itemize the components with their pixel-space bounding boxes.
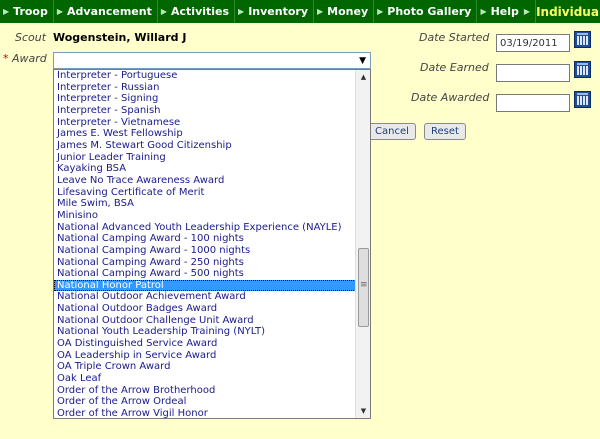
award-option[interactable]: James E. West Fellowship bbox=[54, 128, 356, 140]
nav-item-inventory[interactable]: ▶ Inventory bbox=[235, 0, 314, 23]
nav-arrow-icon: ▶ bbox=[480, 7, 487, 16]
award-option[interactable]: Minisino bbox=[54, 210, 356, 222]
award-option[interactable]: OA Leadership in Service Award bbox=[54, 350, 356, 362]
scrollbar-thumb[interactable] bbox=[358, 248, 369, 327]
award-option[interactable]: Order of the Arrow Brotherhood bbox=[54, 385, 356, 397]
nav-arrow-icon: ▶ bbox=[56, 7, 64, 16]
award-option[interactable]: Junior Leader Training bbox=[54, 152, 356, 164]
award-option[interactable]: OA Triple Crown Award bbox=[54, 361, 356, 373]
date-earned-label: Date Earned bbox=[420, 61, 489, 74]
nav-item-label: Inventory bbox=[248, 5, 308, 18]
top-nav: ▶ Troop ▶ Advancement ▶ Activities ▶ Invento… bbox=[0, 0, 600, 23]
date-awarded-input[interactable] bbox=[496, 94, 570, 112]
nav-item-troop[interactable]: ▶ Troop bbox=[0, 0, 54, 23]
nav-item-label: Troop bbox=[13, 5, 48, 18]
award-list-scrollbar[interactable]: ▲ ▼ bbox=[355, 70, 370, 418]
award-option[interactable]: Interpreter - Signing bbox=[54, 93, 356, 105]
nav-item-label: Photo Gallery bbox=[387, 5, 472, 18]
nav-arrow-icon: ▶ bbox=[3, 7, 10, 16]
award-option[interactable]: Mile Swim, BSA bbox=[54, 198, 356, 210]
award-option[interactable]: Interpreter - Portuguese bbox=[54, 70, 356, 82]
scout-label: Scout bbox=[15, 31, 47, 44]
award-option[interactable]: National Honor Patrol bbox=[54, 279, 356, 292]
page-title: Individua bbox=[536, 4, 599, 19]
nav-arrow-icon: ▶ bbox=[317, 7, 324, 16]
award-option[interactable]: OA Distinguished Service Award bbox=[54, 338, 356, 350]
nav-item-money[interactable]: ▶ Money bbox=[314, 0, 375, 23]
chevron-down-icon[interactable]: ▼ bbox=[359, 56, 366, 66]
nav-arrow-icon: ▶ bbox=[238, 7, 245, 16]
award-option[interactable]: National Camping Award - 500 nights bbox=[54, 268, 356, 280]
award-option[interactable]: National Camping Award - 100 nights bbox=[54, 233, 356, 245]
nav-arrow-icon: ▶ bbox=[377, 7, 384, 16]
date-started-label: Date Started bbox=[419, 31, 490, 44]
award-option[interactable]: Kayaking BSA bbox=[54, 163, 356, 175]
award-options: Interpreter - Portuguese Interpreter - Ru… bbox=[54, 70, 356, 418]
award-option[interactable]: Lifesaving Certificate of Merit bbox=[54, 187, 356, 199]
nav-item-label: Activities bbox=[171, 5, 230, 18]
award-option[interactable]: National Camping Award - 1000 nights bbox=[54, 245, 356, 257]
nav-item-activities[interactable]: ▶ Activities bbox=[158, 0, 236, 23]
award-option[interactable]: Interpreter - Vietnamese bbox=[54, 117, 356, 129]
required-mark: * bbox=[3, 52, 9, 65]
award-option[interactable]: James M. Stewart Good Citizenship bbox=[54, 140, 356, 152]
nav-arrow-icon: ▶ bbox=[523, 7, 531, 16]
date-awarded-label: Date Awarded bbox=[411, 91, 490, 104]
date-awarded-calendar-icon[interactable] bbox=[574, 91, 591, 108]
nav-arrow-icon: ▶ bbox=[160, 7, 167, 16]
award-label: * Award bbox=[3, 52, 47, 65]
award-option[interactable]: Order of the Arrow Ordeal bbox=[54, 396, 356, 408]
award-option[interactable]: Order of the Arrow Vigil Honor bbox=[54, 408, 356, 418]
award-option[interactable]: National Camping Award - 250 nights bbox=[54, 257, 356, 269]
date-earned-calendar-icon[interactable] bbox=[574, 61, 591, 78]
date-started-input[interactable] bbox=[496, 34, 570, 52]
award-label-text: Award bbox=[12, 52, 47, 65]
award-option[interactable]: Interpreter - Russian bbox=[54, 82, 356, 94]
award-option[interactable]: National Outdoor Challenge Unit Award bbox=[54, 315, 356, 327]
scroll-down-arrow-icon[interactable]: ▼ bbox=[356, 404, 370, 418]
award-option[interactable]: National Advanced Youth Leadership Exper… bbox=[54, 222, 356, 234]
date-started-calendar-icon[interactable] bbox=[574, 31, 591, 48]
award-select[interactable]: ▼ bbox=[53, 52, 371, 69]
nav-item-advancement[interactable]: ▶ Advancement bbox=[54, 0, 158, 23]
award-option[interactable]: National Outdoor Achievement Award bbox=[54, 291, 356, 303]
date-earned-input[interactable] bbox=[496, 64, 570, 82]
award-option[interactable]: National Outdoor Badges Award bbox=[54, 303, 356, 315]
award-option[interactable]: Leave No Trace Awareness Award bbox=[54, 175, 356, 187]
scroll-up-arrow-icon[interactable]: ▲ bbox=[356, 70, 370, 84]
nav-item-help[interactable]: ▶ Help ▶ bbox=[477, 0, 537, 23]
reset-button[interactable]: Reset bbox=[424, 123, 466, 140]
scout-name: Wogenstein, Willard J bbox=[53, 31, 187, 44]
award-dropdown-list[interactable]: Interpreter - Portuguese Interpreter - Ru… bbox=[53, 69, 371, 419]
award-option[interactable]: Interpreter - Spanish bbox=[54, 105, 356, 117]
nav-item-photo-gallery[interactable]: ▶ Photo Gallery bbox=[374, 0, 478, 23]
award-option[interactable]: National Youth Leadership Training (NYLT… bbox=[54, 326, 356, 338]
nav-item-label: Advancement bbox=[67, 5, 152, 18]
nav-item-label: Help bbox=[490, 5, 519, 18]
nav-item-label: Money bbox=[327, 5, 369, 18]
award-option[interactable]: Oak Leaf bbox=[54, 373, 356, 385]
